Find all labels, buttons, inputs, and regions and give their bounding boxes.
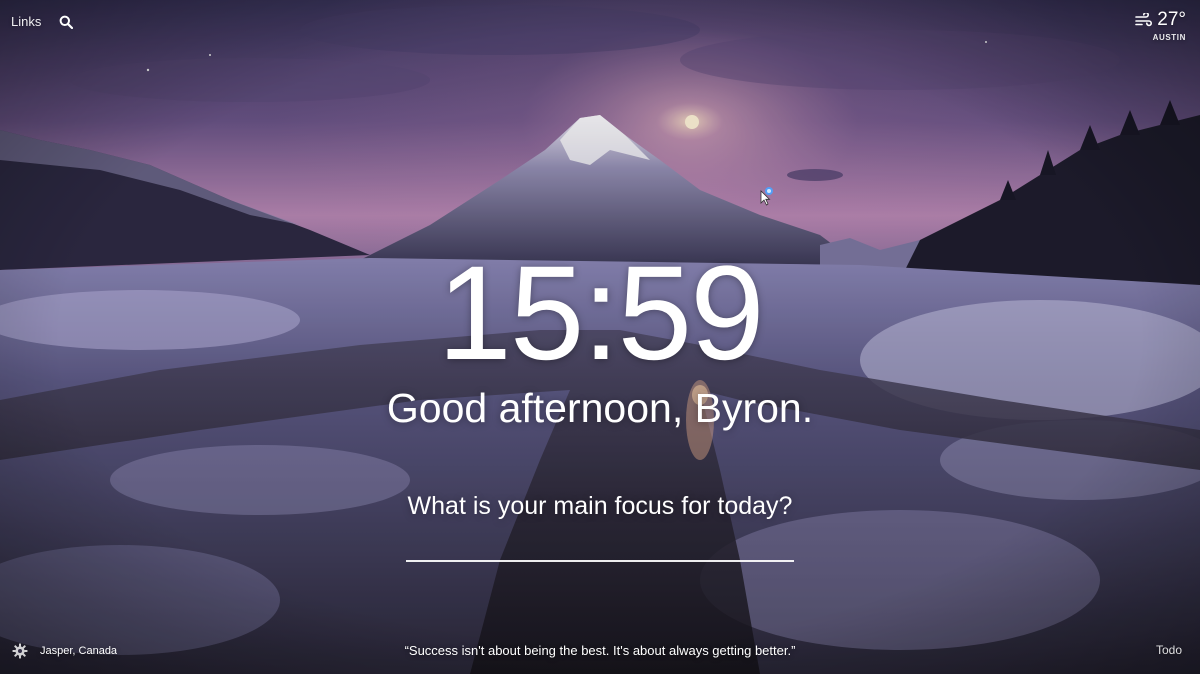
- daily-quote[interactable]: “Success isn't about being the best. It'…: [0, 643, 1200, 658]
- clock-time[interactable]: 15:59: [0, 244, 1200, 384]
- weather-widget[interactable]: 27° AUSTIN: [1135, 10, 1186, 42]
- weather-row: 27°: [1135, 10, 1186, 30]
- links-bar: Links: [11, 14, 74, 29]
- temperature: 27°: [1157, 9, 1186, 30]
- wind-icon: [1135, 13, 1153, 27]
- todo-button[interactable]: Todo: [1156, 643, 1182, 657]
- focus-input[interactable]: [406, 524, 794, 562]
- weather-location: AUSTIN: [1152, 33, 1186, 42]
- focus-question: What is your main focus for today?: [407, 492, 793, 520]
- search-icon[interactable]: [59, 15, 74, 29]
- mouse-cursor-icon: [760, 187, 773, 206]
- greeting[interactable]: Good afternoon, Byron.: [0, 384, 1200, 432]
- links-button[interactable]: Links: [11, 14, 41, 29]
